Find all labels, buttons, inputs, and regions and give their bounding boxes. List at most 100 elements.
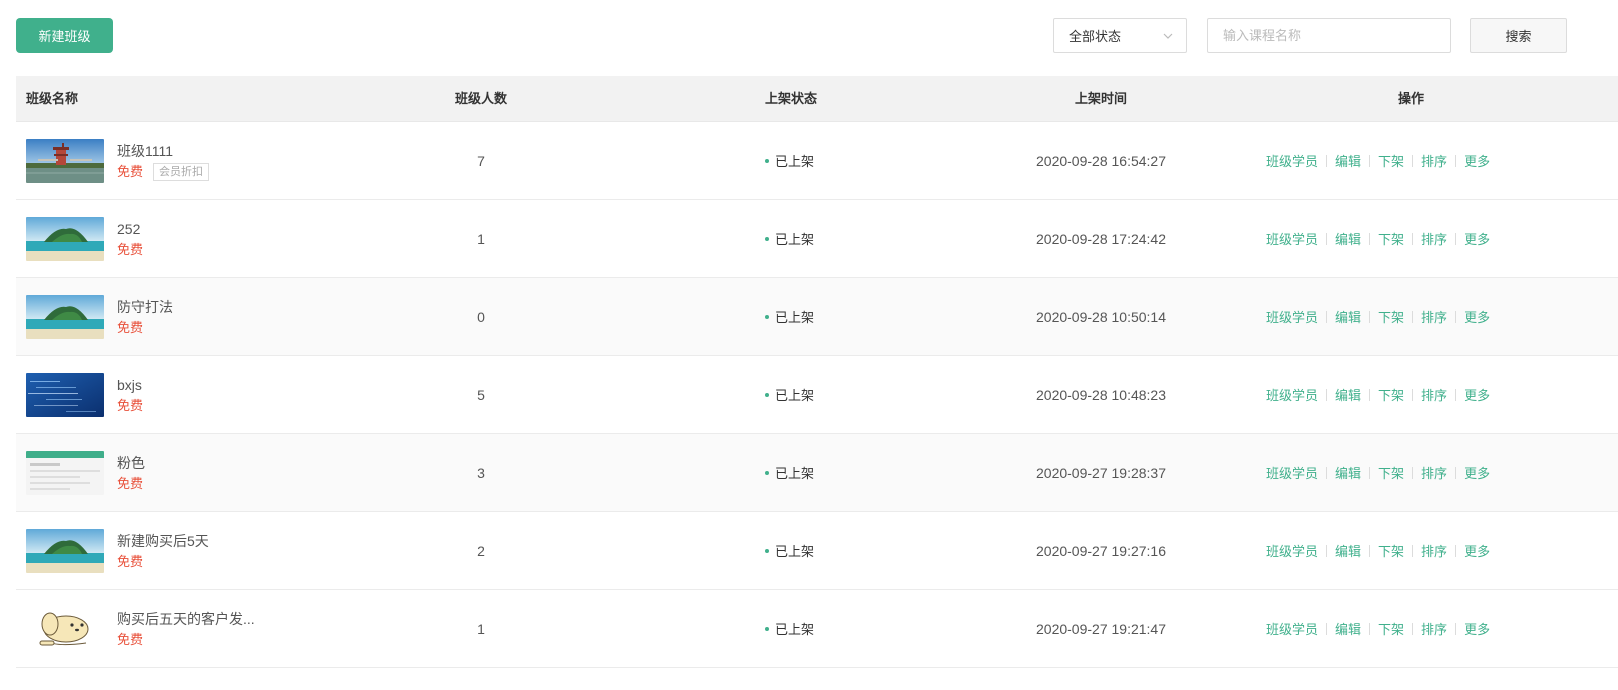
op-sort-link[interactable]: 排序 bbox=[1421, 619, 1447, 638]
op-class-students-link[interactable]: 班级学员 bbox=[1266, 619, 1318, 638]
class-title[interactable]: 班级1111 bbox=[117, 141, 209, 161]
op-class-students-link[interactable]: 班级学员 bbox=[1266, 229, 1318, 248]
op-unlist-link[interactable]: 下架 bbox=[1378, 619, 1404, 638]
op-divider bbox=[1326, 232, 1328, 245]
op-divider bbox=[1455, 154, 1457, 167]
price-label: 免费 bbox=[117, 241, 144, 257]
member-discount-tag: 会员折扣 bbox=[153, 162, 210, 181]
listing-status: 已上架 bbox=[765, 434, 885, 511]
class-title[interactable]: 购买后五天的客户发... bbox=[117, 609, 255, 629]
op-divider bbox=[1369, 544, 1371, 557]
class-thumbnail-tropical-island[interactable] bbox=[26, 216, 104, 261]
operations-cell: 班级学员 编辑 下架 排序 更多 bbox=[1266, 590, 1526, 667]
class-title[interactable]: 粉色 bbox=[117, 453, 145, 473]
op-divider bbox=[1455, 310, 1457, 323]
student-count: 2 bbox=[477, 542, 485, 559]
op-edit-link[interactable]: 编辑 bbox=[1335, 463, 1361, 482]
listing-status: 已上架 bbox=[765, 200, 885, 277]
class-thumbnail-webpage-screenshot[interactable] bbox=[26, 450, 104, 495]
search-button[interactable]: 搜索 bbox=[1470, 18, 1567, 53]
op-more-link[interactable]: 更多 bbox=[1464, 229, 1490, 248]
op-unlist-link[interactable]: 下架 bbox=[1378, 463, 1404, 482]
op-divider bbox=[1369, 232, 1371, 245]
status-select-value: 全部状态 bbox=[1069, 29, 1122, 44]
student-count: 5 bbox=[477, 386, 485, 403]
op-unlist-link[interactable]: 下架 bbox=[1378, 541, 1404, 560]
op-divider bbox=[1369, 466, 1371, 479]
class-thumbnail-tropical-island[interactable] bbox=[26, 294, 104, 339]
op-sort-link[interactable]: 排序 bbox=[1421, 151, 1447, 170]
op-more-link[interactable]: 更多 bbox=[1464, 385, 1490, 404]
price-label: 免费 bbox=[117, 163, 144, 179]
table-row: 班级1111 免费 会员折扣 7 已上架 2020-09-28 16:54:27… bbox=[16, 122, 1618, 200]
chevron-down-icon bbox=[1163, 33, 1173, 39]
table-header: 班级名称 班级人数 上架状态 上架时间 操作 bbox=[16, 76, 1618, 122]
op-class-students-link[interactable]: 班级学员 bbox=[1266, 151, 1318, 170]
op-divider bbox=[1326, 622, 1328, 635]
status-dot-icon bbox=[765, 236, 769, 241]
op-sort-link[interactable]: 排序 bbox=[1421, 229, 1447, 248]
price-label: 免费 bbox=[117, 631, 144, 647]
op-class-students-link[interactable]: 班级学员 bbox=[1266, 541, 1318, 560]
op-edit-link[interactable]: 编辑 bbox=[1335, 541, 1361, 560]
op-more-link[interactable]: 更多 bbox=[1464, 541, 1490, 560]
student-count: 7 bbox=[477, 152, 485, 169]
class-thumbnail-blue-code[interactable] bbox=[26, 372, 104, 417]
class-thumbnail-tropical-island[interactable] bbox=[26, 528, 104, 573]
op-sort-link[interactable]: 排序 bbox=[1421, 385, 1447, 404]
listing-status-text: 已上架 bbox=[775, 466, 815, 481]
column-header-operations: 操作 bbox=[1397, 91, 1424, 106]
op-sort-link[interactable]: 排序 bbox=[1421, 307, 1447, 326]
status-dot-icon bbox=[765, 626, 769, 631]
op-more-link[interactable]: 更多 bbox=[1464, 307, 1490, 326]
class-thumbnail-pagoda-lake[interactable] bbox=[26, 138, 104, 183]
new-class-button[interactable]: 新建班级 bbox=[16, 18, 113, 53]
search-input[interactable] bbox=[1207, 18, 1451, 53]
listing-status-text: 已上架 bbox=[775, 310, 815, 325]
column-header-name: 班级名称 bbox=[26, 91, 79, 106]
op-unlist-link[interactable]: 下架 bbox=[1378, 229, 1404, 248]
op-edit-link[interactable]: 编辑 bbox=[1335, 307, 1361, 326]
class-thumbnail-cartoon-dog[interactable] bbox=[26, 606, 104, 651]
op-edit-link[interactable]: 编辑 bbox=[1335, 229, 1361, 248]
listing-time: 2020-09-28 10:50:14 bbox=[1036, 308, 1166, 325]
op-more-link[interactable]: 更多 bbox=[1464, 619, 1490, 638]
table-row: 防守打法 免费 0 已上架 2020-09-28 10:50:14 班级学员 编… bbox=[16, 278, 1618, 356]
op-divider bbox=[1412, 622, 1414, 635]
status-select[interactable]: 全部状态 bbox=[1053, 18, 1187, 53]
op-unlist-link[interactable]: 下架 bbox=[1378, 307, 1404, 326]
student-count: 1 bbox=[477, 620, 485, 637]
op-unlist-link[interactable]: 下架 bbox=[1378, 151, 1404, 170]
class-title[interactable]: 防守打法 bbox=[117, 297, 173, 317]
price-label: 免费 bbox=[117, 397, 144, 413]
listing-status-text: 已上架 bbox=[775, 154, 815, 169]
op-edit-link[interactable]: 编辑 bbox=[1335, 619, 1361, 638]
op-more-link[interactable]: 更多 bbox=[1464, 463, 1490, 482]
price-label: 免费 bbox=[117, 553, 144, 569]
op-sort-link[interactable]: 排序 bbox=[1421, 463, 1447, 482]
listing-status: 已上架 bbox=[765, 590, 885, 667]
op-edit-link[interactable]: 编辑 bbox=[1335, 385, 1361, 404]
op-class-students-link[interactable]: 班级学员 bbox=[1266, 385, 1318, 404]
op-divider bbox=[1369, 388, 1371, 401]
op-more-link[interactable]: 更多 bbox=[1464, 151, 1490, 170]
op-divider bbox=[1369, 622, 1371, 635]
listing-status: 已上架 bbox=[765, 356, 885, 433]
op-class-students-link[interactable]: 班级学员 bbox=[1266, 463, 1318, 482]
listing-status-text: 已上架 bbox=[775, 544, 815, 559]
operations-cell: 班级学员 编辑 下架 排序 更多 bbox=[1266, 356, 1526, 433]
op-sort-link[interactable]: 排序 bbox=[1421, 541, 1447, 560]
op-divider bbox=[1455, 544, 1457, 557]
class-title[interactable]: 252 bbox=[117, 219, 143, 239]
table-row: bxjs 免费 5 已上架 2020-09-28 10:48:23 班级学员 编… bbox=[16, 356, 1618, 434]
op-divider bbox=[1369, 310, 1371, 323]
toolbar: 新建班级 全部状态 搜索 bbox=[0, 0, 1618, 72]
class-title[interactable]: 新建购买后5天 bbox=[117, 531, 209, 551]
op-divider bbox=[1455, 388, 1457, 401]
op-divider bbox=[1412, 232, 1414, 245]
class-title[interactable]: bxjs bbox=[117, 375, 143, 395]
op-unlist-link[interactable]: 下架 bbox=[1378, 385, 1404, 404]
op-class-students-link[interactable]: 班级学员 bbox=[1266, 307, 1318, 326]
op-edit-link[interactable]: 编辑 bbox=[1335, 151, 1361, 170]
listing-status-text: 已上架 bbox=[775, 622, 815, 637]
